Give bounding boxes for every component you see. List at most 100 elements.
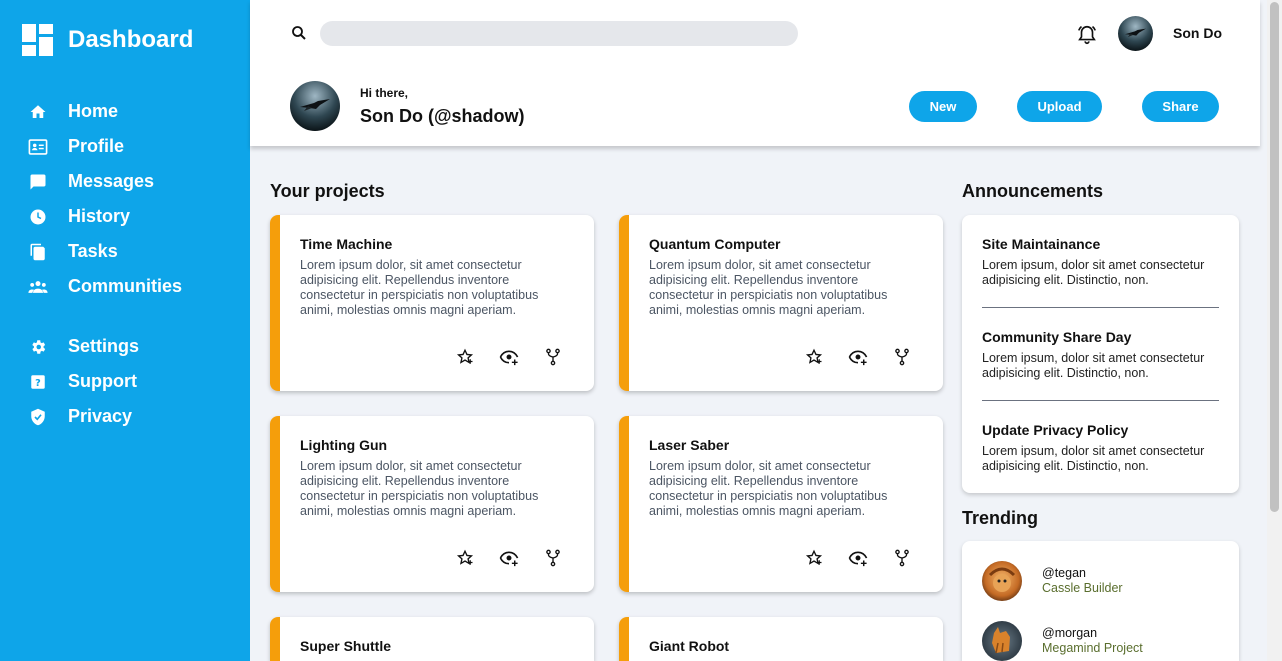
star-icon[interactable] [804,548,824,568]
sidebar-item-messages[interactable]: Messages [0,166,250,196]
project-card-laser-saber[interactable]: Laser Saber Lorem ipsum dolor, sit amet … [619,416,943,592]
sidebar-item-label: Privacy [68,405,133,426]
project-actions [455,548,565,568]
gear-icon [28,337,48,357]
clock-icon [28,207,48,227]
project-card-super-shuttle[interactable]: Super Shuttle [270,617,594,661]
announcements-title: Announcements [962,181,1104,201]
sidebar-item-label: History [68,205,131,226]
sidebar-item-label: Profile [68,135,125,156]
star-icon[interactable] [455,347,475,367]
announcement-item[interactable]: Update Privacy Policy Lorem ipsum, dolor… [982,422,1219,474]
announcements-panel: Site Maintainance Lorem ipsum, dolor sit… [962,215,1239,493]
project-card-quantum-computer[interactable]: Quantum Computer Lorem ipsum dolor, sit … [619,215,943,391]
trending-avatar [982,621,1022,661]
trending-title: Trending [962,508,1038,528]
trending-handle: @morgan [1042,626,1098,640]
sidebar-item-label: Messages [68,170,155,191]
project-card-giant-robot[interactable]: Giant Robot [619,617,943,661]
share-button[interactable]: Share [1142,91,1219,122]
trending-project: Megamind Project [1042,641,1143,655]
search-input[interactable] [320,21,798,46]
scrollbar-thumb[interactable] [1270,2,1279,512]
trending-avatar [982,561,1022,601]
sidebar-item-label: Communities [68,275,183,296]
project-title: Quantum Computer [649,236,781,252]
sidebar-item-home[interactable]: Home [0,96,250,126]
brand[interactable]: Dashboard [22,24,193,56]
watch-icon[interactable] [848,347,868,367]
trending-item[interactable]: @tegan Cassle Builder [982,561,1222,601]
fork-icon[interactable] [543,548,563,568]
sidebar-item-label: Support [68,370,137,391]
project-description: Lorem ipsum dolor, sit amet consectetur … [649,459,888,518]
announcement-item[interactable]: Community Share Day Lorem ipsum, dolor s… [982,329,1219,381]
project-title: Super Shuttle [300,638,392,654]
sidebar-item-privacy[interactable]: Privacy [0,401,250,431]
profile-avatar [290,81,340,131]
group-icon [28,277,48,297]
greeting: Hi there, [360,86,409,100]
trending-item[interactable]: @morgan Megamind Project [982,621,1222,661]
project-description: Lorem ipsum dolor, sit amet consectetur … [649,258,888,317]
sidebar-item-history[interactable]: History [0,201,250,231]
watch-icon[interactable] [499,548,519,568]
svg-text:?: ? [35,378,41,389]
sidebar-item-label: Tasks [68,240,118,261]
announcement-title: Community Share Day [982,329,1132,345]
fork-icon[interactable] [892,548,912,568]
announcement-title: Update Privacy Policy [982,422,1129,438]
star-icon[interactable] [804,347,824,367]
announcement-description: Lorem ipsum, dolor sit amet consectetur … [982,258,1205,287]
project-actions [455,347,565,367]
upload-button[interactable]: Upload [1017,91,1102,122]
projects-title: Your projects [270,181,385,201]
id-card-icon [28,137,48,157]
project-title: Time Machine [300,236,393,252]
trending-handle: @tegan [1042,566,1086,580]
home-icon [28,102,48,122]
announcement-description: Lorem ipsum, dolor sit amet consectetur … [982,351,1205,380]
sidebar-item-support[interactable]: ? Support [0,366,250,396]
announcement-item[interactable]: Site Maintainance Lorem ipsum, dolor sit… [982,236,1219,288]
project-card-time-machine[interactable]: Time Machine Lorem ipsum dolor, sit amet… [270,215,594,391]
sidebar-item-settings[interactable]: Settings [0,331,250,361]
new-button[interactable]: New [909,91,977,122]
help-icon: ? [28,372,48,392]
announcement-description: Lorem ipsum, dolor sit amet consectetur … [982,444,1205,473]
project-title: Lighting Gun [300,437,388,453]
project-description: Lorem ipsum dolor, sit amet consectetur … [300,459,539,518]
star-icon[interactable] [455,548,475,568]
dashboard-logo-icon [22,24,53,56]
shield-icon [28,407,48,427]
divider [982,307,1219,308]
project-title: Giant Robot [649,638,730,654]
sidebar-item-communities[interactable]: Communities [0,271,250,301]
user-avatar[interactable] [1118,16,1153,51]
search-icon[interactable] [290,24,308,42]
watch-icon[interactable] [848,548,868,568]
fork-icon[interactable] [892,347,912,367]
trending-panel: @tegan Cassle Builder @morgan Megamind P… [962,541,1239,661]
project-actions [804,347,914,367]
top-header: Son Do Hi there, Son Do (@shadow) New Up… [250,0,1260,146]
trending-project: Cassle Builder [1042,581,1123,595]
page-scrollbar[interactable] [1267,0,1282,661]
sidebar-item-label: Settings [68,335,140,356]
project-description: Lorem ipsum dolor, sit amet consectetur … [300,258,539,317]
project-card-lighting-gun[interactable]: Lighting Gun Lorem ipsum dolor, sit amet… [270,416,594,592]
sidebar-item-profile[interactable]: Profile [0,131,250,161]
announcement-title: Site Maintainance [982,236,1101,252]
project-actions [804,548,914,568]
brand-title: Dashboard [68,26,194,53]
sidebar-item-label: Home [68,100,119,121]
fork-icon[interactable] [543,347,563,367]
message-icon [28,172,48,192]
user-name[interactable]: Son Do [1173,25,1222,41]
sidebar: Dashboard Home Profile Messages History [0,0,250,661]
notification-bell-icon[interactable] [1076,24,1098,46]
profile-name: Son Do (@shadow) [360,106,525,126]
watch-icon[interactable] [499,347,519,367]
sidebar-item-tasks[interactable]: Tasks [0,236,250,266]
project-title: Laser Saber [649,437,730,453]
